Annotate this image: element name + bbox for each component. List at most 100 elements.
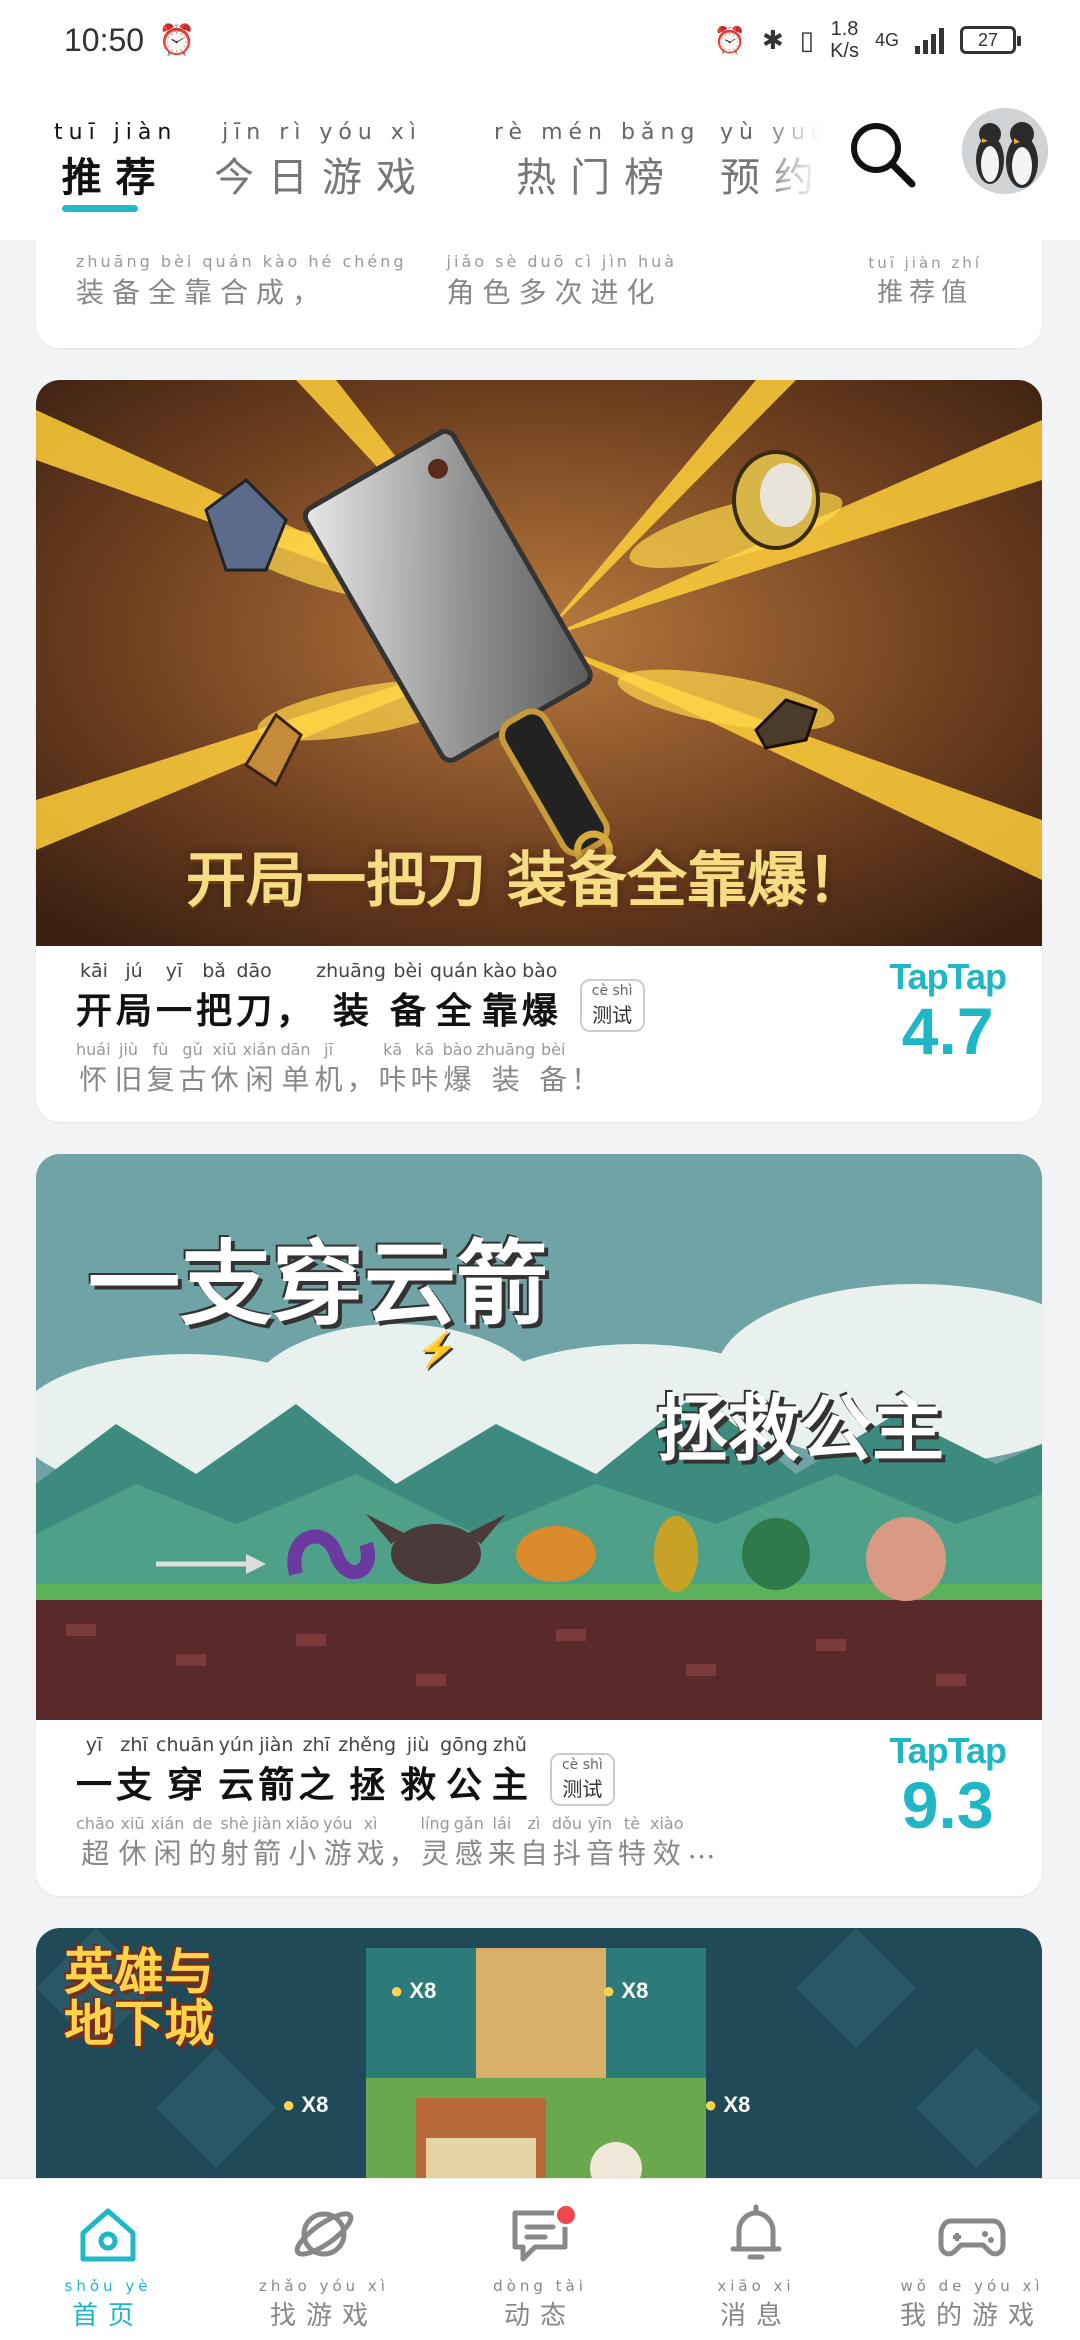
nav-home[interactable]: shǒu yè 首页 xyxy=(28,2199,188,2332)
char-text: 古 xyxy=(178,1063,207,1096)
ruby-char: xì 戏 xyxy=(357,1814,385,1872)
battery-level: 27 xyxy=(977,29,999,50)
rating-brand: TapTap xyxy=(889,956,1007,997)
ruby-char: chāo 超 xyxy=(76,1814,115,1872)
coin-multiplier: ● X8 xyxy=(704,2092,751,2117)
char-text: 装 xyxy=(491,1063,520,1096)
ruby-char: zhī 之 xyxy=(298,1734,334,1808)
tag-label: 测试 xyxy=(592,1003,633,1027)
ruby-char: zhuāng 装 xyxy=(316,960,386,1034)
char-pinyin: lái xyxy=(492,1814,512,1833)
char-text: 爆 xyxy=(443,1063,472,1096)
char-text: 咔 xyxy=(378,1063,407,1096)
coin-multiplier-value: X8 xyxy=(301,2092,329,2117)
ruby-char: gǎn 感 xyxy=(454,1814,484,1872)
ruby-char: kāi 开 xyxy=(76,960,112,1034)
game-card[interactable]: 开局一把刀 装备全靠爆！ kāi 开 jú 局 yī 一 bǎ 把 dāo 刀， zhuāng 装 bè… xyxy=(36,380,1042,1122)
char-text: 感 xyxy=(454,1837,483,1870)
ruby-char: jī 机 xyxy=(315,1040,343,1098)
coin-multiplier-value: X8 xyxy=(723,2092,751,2117)
char-text: 复 xyxy=(146,1063,175,1096)
nav-feed[interactable]: dòng tài 动态 xyxy=(460,2199,620,2332)
ruby-char: yī 一 xyxy=(76,1734,112,1808)
game-banner[interactable]: 开局一把刀 装备全靠爆！ xyxy=(36,380,1042,946)
ruby-char: shè 射 xyxy=(220,1814,248,1872)
char-pinyin: gōng xyxy=(440,1734,488,1756)
char-text: 来 xyxy=(487,1837,516,1870)
tab-label: 推荐 xyxy=(61,154,170,201)
card-subtitle: zhuāng bèi quán kào hé chéng 装备全靠合成， jiǎ… xyxy=(76,252,677,311)
ruby-char: bǎ 把 xyxy=(196,960,232,1034)
nav-find-games[interactable]: zhǎo yóu xì 找游戏 xyxy=(244,2199,404,2332)
char-text: 装 xyxy=(332,990,369,1032)
char-pinyin: yī xyxy=(165,960,183,982)
char-text: 怀 xyxy=(79,1063,108,1096)
char-pinyin: xiào xyxy=(650,1814,684,1833)
bottom-navigation: shǒu yè 首页 zhǎo yóu xì 找游戏 dòng tài 动态 x… xyxy=(0,2178,1080,2340)
rating-score: 4.7 xyxy=(901,994,994,1068)
tab-pinyin: yù yuē xyxy=(720,120,820,145)
ruby-char: bào 爆 xyxy=(522,960,558,1034)
tab-pinyin: tuī jiàn xyxy=(54,120,178,145)
char-pinyin: xì xyxy=(363,1814,378,1833)
tag-label: 测试 xyxy=(562,1777,603,1801)
char-pinyin: chuān xyxy=(156,1734,215,1756)
ruby-char: huái 怀 xyxy=(76,1040,111,1098)
char-pinyin: yīn xyxy=(587,1814,612,1833)
char-text: 备 xyxy=(389,990,426,1032)
char-text: 刀 xyxy=(236,990,273,1032)
char-text: 公 xyxy=(446,1764,483,1806)
tab-today-games[interactable]: jīn rì yóu xì 今日游戏 xyxy=(214,120,430,203)
tab-hot-chart[interactable]: rè mén bǎng 热门榜 xyxy=(494,120,700,203)
ruby-char: bào 爆 xyxy=(443,1040,473,1098)
ruby-char: zhěng 拯 xyxy=(338,1734,396,1808)
coin-multiplier: ● X8 xyxy=(282,2092,329,2117)
tab-pinyin: rè mén bǎng xyxy=(494,120,701,145)
char-text: 云 xyxy=(218,1764,255,1806)
ruby-char: bèi 备 xyxy=(539,1040,567,1098)
game-card[interactable]: 一支穿云箭 ⚡ 拯救公主 yī 一 zhī 支 chuān 穿 yún 云 jiàn 箭 zhī 之 z… xyxy=(36,1154,1042,1896)
nav-my-games[interactable]: wǒ de yóu xì 我的游戏 xyxy=(892,2199,1052,2332)
search-button[interactable] xyxy=(846,118,918,190)
char-pinyin: kā xyxy=(415,1040,435,1059)
char-text: 备 xyxy=(539,1063,568,1096)
tab-recommend[interactable]: tuī jiàn 推荐 xyxy=(54,120,177,203)
char-text: 之 xyxy=(298,1764,335,1806)
ruby-char: líng 灵 xyxy=(421,1814,450,1872)
avatar[interactable] xyxy=(962,108,1048,194)
ruby-char: ， xyxy=(389,1814,417,1872)
nav-pinyin: xiāo xi xyxy=(717,2277,795,2295)
tab-label: 今日游戏 xyxy=(214,155,430,201)
ruby-char: quán 全 xyxy=(430,960,478,1034)
bluetooth-icon: ✱ xyxy=(761,24,784,55)
nav-label: 我的游戏 xyxy=(899,2301,1044,2331)
ruby-char: dāo 刀 xyxy=(236,960,272,1034)
char-pinyin: zhī xyxy=(302,1734,330,1756)
char-text: 全 xyxy=(435,990,472,1032)
recommend-score-label: tuī jiàn zhí 推荐值 xyxy=(868,254,982,309)
vibrate-icon: ▯ xyxy=(799,24,815,55)
taptap-rating: TapTap 4.7 xyxy=(889,956,1007,1068)
char-text: 休 xyxy=(118,1837,147,1870)
ruby-char: ！ xyxy=(571,1040,599,1098)
char-text: 休 xyxy=(210,1063,239,1096)
char-text: 机 xyxy=(314,1063,343,1096)
ruby-char: lái 来 xyxy=(488,1814,516,1872)
char-pinyin: jú xyxy=(125,960,143,982)
char-pinyin: xiǎo xyxy=(285,1814,320,1833)
game-banner[interactable]: 一支穿云箭 ⚡ 拯救公主 xyxy=(36,1154,1042,1720)
tab-reservation[interactable]: yù yuē 预约 xyxy=(720,120,820,203)
top-tab-bar: tuī jiàn 推荐 jīn rì yóu xì 今日游戏 rè mén bǎ… xyxy=(0,80,1080,240)
status-bar: 10:50 ⏰ ⏰ ✱ ▯ 1.8 K/s 4G 27 xyxy=(0,0,1080,80)
taptap-rating: TapTap 9.3 xyxy=(889,1730,1007,1838)
nav-messages[interactable]: xiāo xi 消息 xyxy=(676,2199,836,2332)
gamepad-icon xyxy=(938,2218,1006,2257)
ruby-char: kā 咔 xyxy=(411,1040,439,1098)
char-pinyin: zhěng xyxy=(338,1734,397,1756)
rating-brand: TapTap xyxy=(889,1730,1007,1771)
char-text: 抖 xyxy=(552,1837,581,1870)
char-pinyin: bèi xyxy=(393,960,423,982)
ruby-char: ， xyxy=(347,1040,375,1098)
ruby-char: dǒu 抖 xyxy=(552,1814,582,1872)
ruby-char: xiào 效 xyxy=(650,1814,684,1872)
